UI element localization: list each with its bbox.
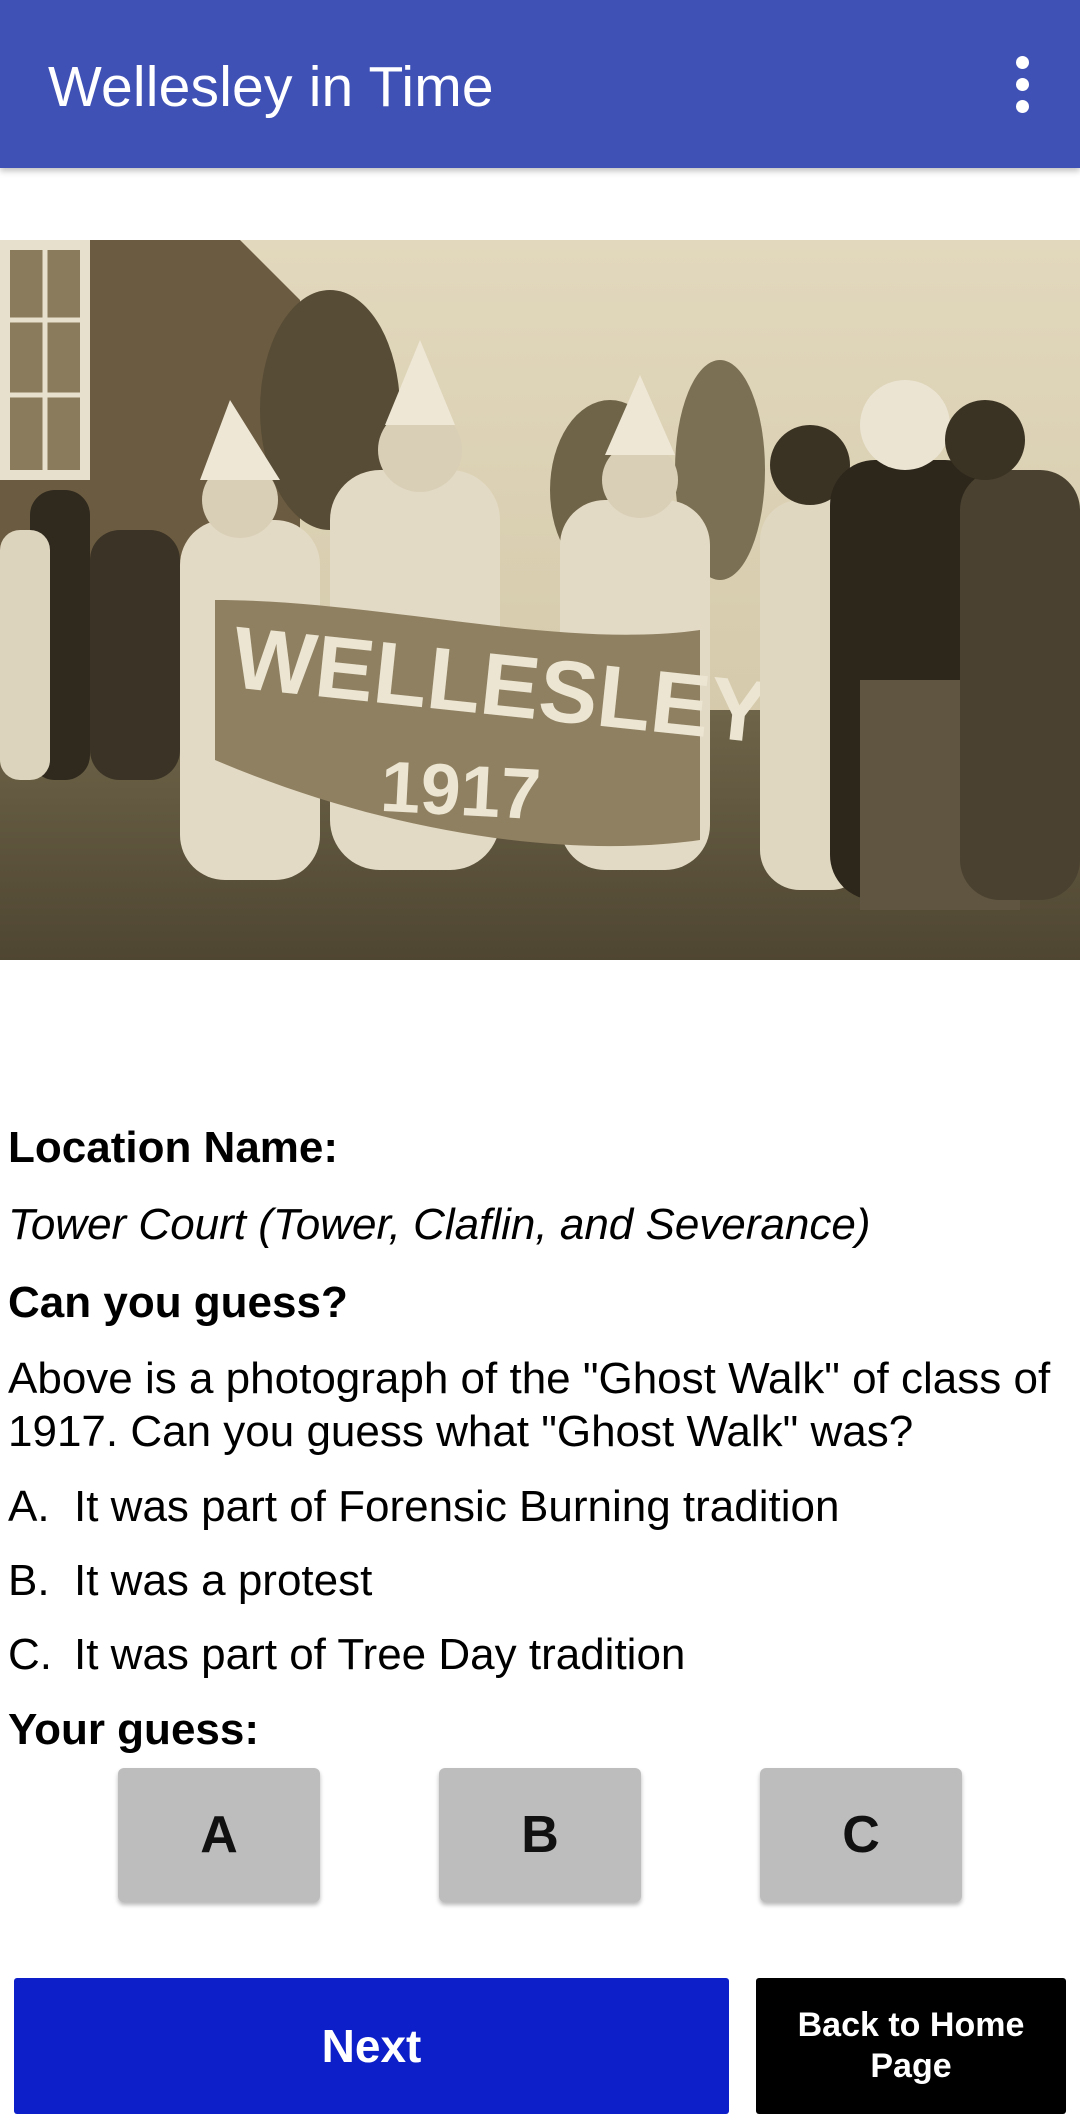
option-letter: C.: [8, 1630, 52, 1679]
option-text: It was part of Tree Day tradition: [74, 1630, 686, 1679]
guess-b-button[interactable]: B: [439, 1768, 641, 1902]
app-bar: Wellesley in Time: [0, 0, 1080, 168]
historic-photo: WELLESLEY 1917: [0, 240, 1080, 960]
back-to-home-label: Back to Home Page: [797, 2006, 1025, 2085]
option-letter: B.: [8, 1556, 50, 1605]
question-label: Can you guess?: [8, 1278, 348, 1327]
banner-text-line2: 1917: [378, 747, 542, 835]
option-text: It was part of Forensic Burning traditio…: [74, 1482, 840, 1531]
guess-a-button[interactable]: A: [118, 1768, 320, 1902]
your-guess-label: Your guess:: [8, 1705, 260, 1754]
option-a: A. It was part of Forensic Burning tradit…: [8, 1481, 839, 1533]
option-text: It was a protest: [74, 1556, 373, 1605]
back-to-home-button[interactable]: Back to Home Page: [756, 1978, 1066, 2114]
option-b: B. It was a protest: [8, 1555, 372, 1607]
guess-c-button[interactable]: C: [760, 1768, 962, 1902]
location-value: Tower Court (Tower, Claflin, and Severan…: [8, 1200, 871, 1249]
next-button[interactable]: Next: [14, 1978, 729, 2114]
more-vert-icon[interactable]: [982, 44, 1062, 124]
option-letter: A.: [8, 1482, 50, 1531]
app-title: Wellesley in Time: [48, 55, 494, 119]
option-c: C. It was part of Tree Day tradition: [8, 1629, 685, 1681]
question-text: Above is a photograph of the "Ghost Walk…: [8, 1354, 1051, 1456]
location-label: Location Name:: [8, 1123, 339, 1172]
